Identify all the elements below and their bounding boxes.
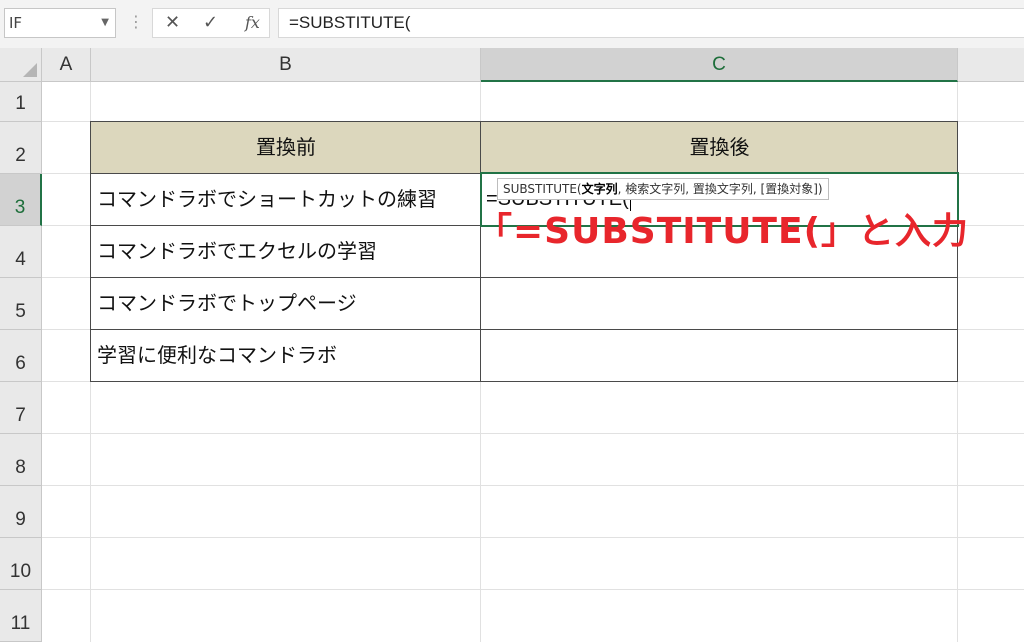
gridline — [42, 433, 1024, 434]
name-box[interactable]: IF ▼ — [4, 8, 116, 38]
row-number: 11 — [10, 613, 31, 634]
row-number: 9 — [15, 509, 26, 530]
cell-b4[interactable]: コマンドラボでエクセルの学習 — [91, 226, 481, 278]
row-number: 8 — [15, 457, 26, 478]
enter-icon[interactable]: ✓ — [203, 12, 218, 33]
column-header-a[interactable]: A — [42, 48, 91, 82]
cell-c6[interactable] — [481, 330, 958, 382]
column-header-c[interactable]: C — [481, 48, 958, 82]
row-header-1[interactable]: 1 — [0, 82, 42, 122]
row-number: 6 — [15, 353, 26, 374]
formula-bar: IF ▼ ⋮ ✕ ✓ fx =SUBSTITUTE( — [0, 0, 1024, 49]
gridline — [42, 537, 1024, 538]
column-header-d[interactable] — [958, 48, 1024, 82]
row-header-5[interactable]: 5 — [0, 278, 42, 330]
row-header-9[interactable]: 9 — [0, 486, 42, 538]
cell-b5[interactable]: コマンドラボでトップページ — [91, 278, 481, 330]
row-header-7[interactable]: 7 — [0, 382, 42, 434]
row-number: 5 — [15, 301, 26, 322]
name-box-value: IF — [9, 14, 23, 32]
row-number: 3 — [14, 197, 26, 218]
cell-b2[interactable]: 置換前 — [91, 122, 481, 173]
cell-c5[interactable] — [481, 278, 958, 330]
more-icon: ⋮ — [128, 12, 144, 31]
select-all-icon — [23, 63, 37, 77]
row-header-3[interactable]: 3 — [0, 174, 42, 226]
row-number: 2 — [15, 145, 26, 166]
row-header-8[interactable]: 8 — [0, 434, 42, 486]
row-number: 4 — [15, 249, 26, 270]
tooltip-prefix: SUBSTITUTE( — [503, 182, 582, 196]
insert-function-icon[interactable]: fx — [245, 13, 260, 32]
spreadsheet-grid: A B C 1 2 3 4 5 6 7 8 9 10 11 置換前 置換後 コマ… — [0, 48, 1024, 642]
row-header-10[interactable]: 10 — [0, 538, 42, 590]
table-border — [90, 121, 958, 122]
tooltip-rest: , 検索文字列, 置換文字列, [置換対象]) — [617, 182, 823, 196]
column-header-b[interactable]: B — [91, 48, 481, 82]
formula-buttons: ✕ ✓ fx — [152, 8, 270, 38]
row-header-2[interactable]: 2 — [0, 122, 42, 174]
cell-c2[interactable]: 置換後 — [481, 122, 958, 173]
gridline — [42, 589, 1024, 590]
row-header-11[interactable]: 11 — [0, 590, 42, 642]
row-number: 7 — [15, 405, 26, 426]
chevron-down-icon[interactable]: ▼ — [101, 9, 109, 37]
instruction-annotation: 「=SUBSTITUTE(」と入力 — [476, 211, 970, 252]
formula-input[interactable]: =SUBSTITUTE( — [278, 8, 1024, 38]
row-number: 1 — [15, 93, 26, 114]
cell-b3[interactable]: コマンドラボでショートカットの練習 — [91, 174, 481, 226]
table-border — [90, 121, 91, 382]
row-header-6[interactable]: 6 — [0, 330, 42, 382]
cell-b6[interactable]: 学習に便利なコマンドラボ — [91, 330, 481, 382]
table-border — [90, 381, 958, 382]
row-header-4[interactable]: 4 — [0, 226, 42, 278]
table-border — [90, 277, 958, 278]
function-tooltip[interactable]: SUBSTITUTE(文字列, 検索文字列, 置換文字列, [置換対象]) — [497, 178, 829, 200]
select-all-button[interactable] — [0, 48, 42, 82]
cancel-icon[interactable]: ✕ — [165, 12, 180, 33]
row-number: 10 — [9, 561, 32, 582]
tooltip-current-arg: 文字列 — [581, 182, 618, 196]
table-border — [90, 329, 958, 330]
gridline — [42, 485, 1024, 486]
